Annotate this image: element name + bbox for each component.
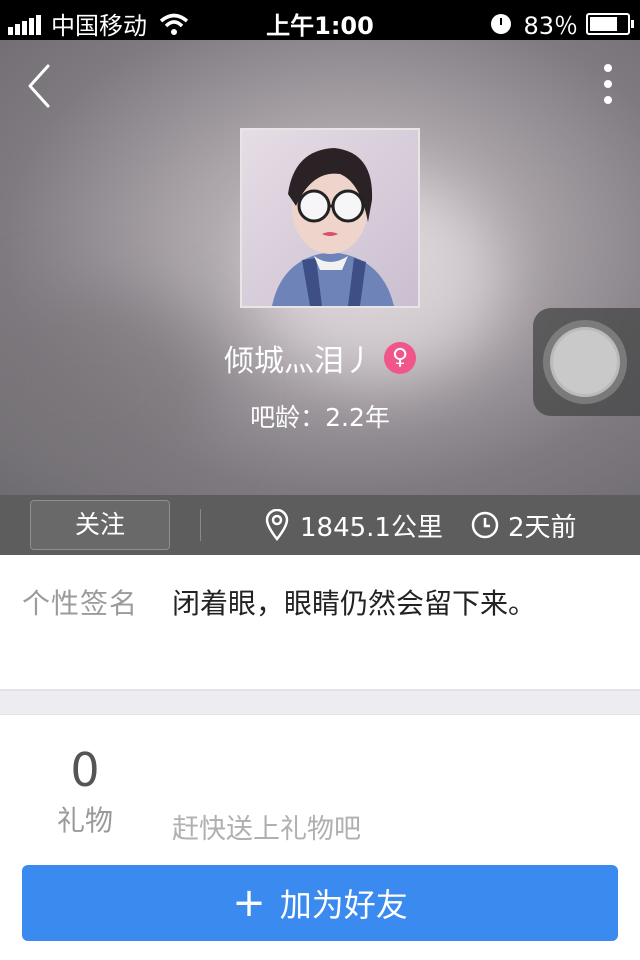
signature-text: 闭着眼，眼睛仍然会留下来。 bbox=[172, 587, 537, 620]
status-bar: 中国移动 上午1:00 83％ bbox=[0, 0, 640, 40]
location-pin-icon bbox=[265, 509, 289, 541]
gift-count: 0 bbox=[70, 743, 100, 797]
chevron-left-icon bbox=[28, 64, 50, 108]
more-dot-icon bbox=[604, 64, 612, 72]
signature-label: 个性签名 bbox=[22, 587, 139, 620]
distance-text: 1845.1公里 bbox=[300, 512, 443, 543]
add-friend-label: 加为好友 bbox=[279, 886, 408, 924]
last-active-info: 2天前 bbox=[470, 507, 577, 543]
clock-icon bbox=[471, 511, 499, 539]
more-options-button[interactable] bbox=[602, 64, 614, 104]
plus-icon: + bbox=[232, 880, 266, 926]
add-friend-button[interactable]: + 加为好友 bbox=[22, 865, 618, 941]
battery-icon bbox=[586, 12, 634, 35]
gift-hint[interactable]: 赶快送上礼物吧 bbox=[172, 807, 361, 846]
more-dot-icon bbox=[604, 80, 612, 88]
female-gender-icon: ♀ bbox=[384, 342, 416, 374]
gift-label: 礼物 bbox=[56, 804, 113, 837]
back-button[interactable] bbox=[22, 62, 62, 110]
assistive-touch-icon bbox=[553, 330, 617, 394]
avatar[interactable] bbox=[240, 128, 420, 308]
signature-section: 个性签名 闭着眼，眼睛仍然会留下来。 bbox=[0, 556, 640, 689]
more-dot-icon bbox=[604, 96, 612, 104]
distance-info: 1845.1公里 bbox=[264, 507, 443, 543]
gift-section: 0 礼物 赶快送上礼物吧 + 加为好友 bbox=[0, 715, 640, 960]
alarm-clock-icon bbox=[491, 13, 512, 34]
profile-name: 倾城灬泪丿 bbox=[224, 344, 374, 379]
assistive-touch-button[interactable] bbox=[533, 308, 640, 416]
last-active-text: 2天前 bbox=[508, 512, 577, 543]
section-separator bbox=[0, 689, 640, 715]
battery-percent: 83％ bbox=[523, 12, 578, 40]
profile-header: 倾城灬泪丿 ♀ 吧龄：2.2年 bbox=[0, 40, 640, 495]
status-right: 83％ bbox=[491, 6, 634, 41]
avatar-photo bbox=[242, 130, 418, 306]
follow-button[interactable]: 关注 bbox=[30, 500, 170, 550]
divider bbox=[200, 509, 201, 541]
profile-action-bar: 关注 1845.1公里 2天前 bbox=[0, 495, 640, 555]
